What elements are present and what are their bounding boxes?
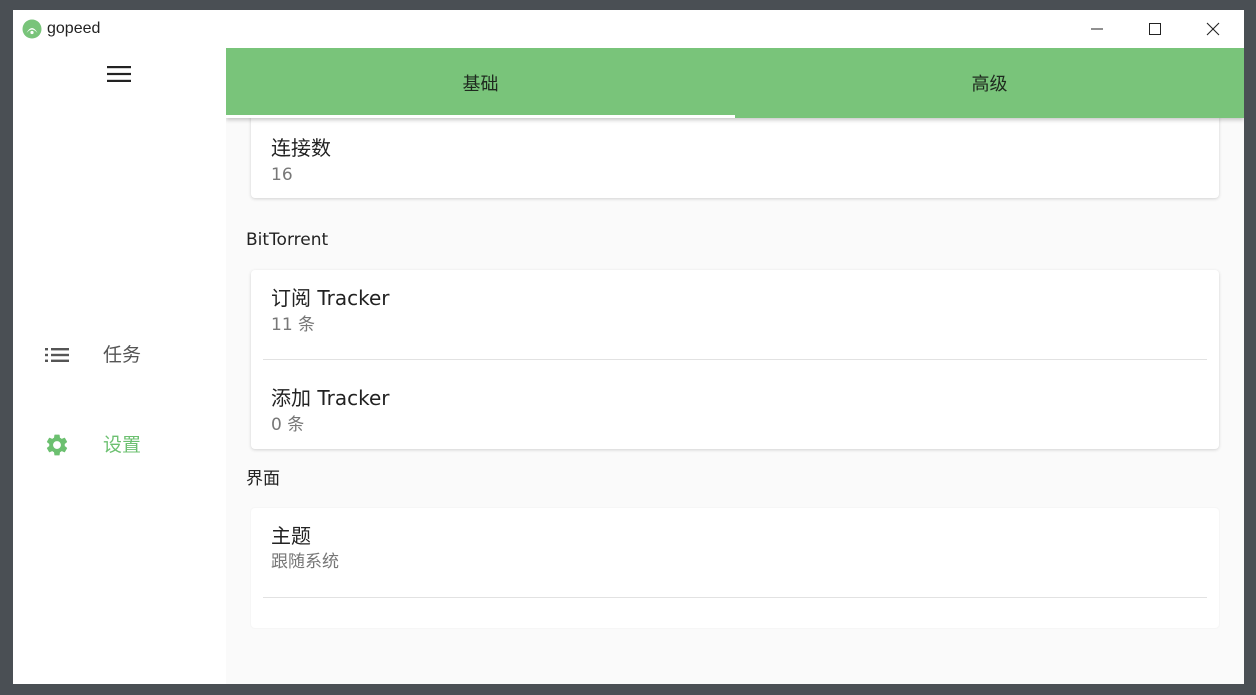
- tab-advanced[interactable]: 高级: [735, 48, 1244, 118]
- maximize-icon: [1149, 23, 1161, 35]
- tab-label: 高级: [971, 74, 1008, 95]
- app-window: gopeed 任务 设置 基础 高级 连接数 16 BitTorrent 订阅 …: [13, 10, 1244, 684]
- setting-value: 跟随系统: [271, 552, 339, 572]
- tab-label: 基础: [462, 74, 499, 95]
- setting-value: 16: [271, 165, 293, 185]
- settings-card-connections: 连接数 16: [251, 108, 1219, 198]
- setting-title: 添加 Tracker: [271, 386, 390, 410]
- gopeed-logo-icon: [22, 19, 42, 39]
- list-icon: [44, 343, 70, 367]
- sidebar-item-tasks[interactable]: 任务: [13, 331, 226, 379]
- setting-title: 主题: [271, 524, 311, 548]
- tab-bar: 基础 高级: [226, 48, 1244, 118]
- sidebar-item-settings[interactable]: 设置: [13, 421, 226, 469]
- setting-value: 11 条: [271, 315, 316, 335]
- window-title: gopeed: [47, 20, 101, 37]
- menu-button[interactable]: [103, 62, 135, 86]
- sidebar-item-label: 设置: [103, 434, 142, 456]
- title-bar[interactable]: gopeed: [13, 10, 1244, 48]
- gear-icon: [44, 433, 70, 457]
- setting-theme[interactable]: 主题 跟随系统: [251, 508, 1219, 598]
- setting-add-tracker[interactable]: 添加 Tracker 0 条: [251, 360, 1219, 449]
- settings-card-bittorrent: 订阅 Tracker 11 条 添加 Tracker 0 条: [251, 270, 1219, 449]
- minimize-icon: [1091, 28, 1103, 30]
- close-icon: [1206, 22, 1220, 36]
- minimize-button[interactable]: [1068, 10, 1126, 48]
- settings-card-interface: 主题 跟随系统: [251, 508, 1219, 628]
- main-content: 基础 高级 连接数 16 BitTorrent 订阅 Tracker 11 条: [226, 48, 1244, 684]
- divider: [263, 597, 1207, 598]
- sidebar-item-label: 任务: [103, 344, 142, 366]
- setting-title: 连接数: [271, 136, 331, 160]
- section-label-interface: 界面: [246, 469, 280, 489]
- tab-basic[interactable]: 基础: [226, 48, 735, 118]
- close-button[interactable]: [1184, 10, 1242, 48]
- hamburger-menu-icon: [107, 66, 131, 82]
- section-label-bittorrent: BitTorrent: [246, 230, 329, 250]
- setting-subscribe-tracker[interactable]: 订阅 Tracker 11 条: [251, 270, 1219, 360]
- setting-value: 0 条: [271, 415, 305, 435]
- tab-indicator: [226, 115, 735, 118]
- setting-connections[interactable]: 连接数 16: [251, 108, 1219, 198]
- sidebar: 任务 设置: [13, 48, 226, 684]
- maximize-button[interactable]: [1126, 10, 1184, 48]
- setting-title: 订阅 Tracker: [271, 286, 390, 310]
- settings-list[interactable]: 连接数 16 BitTorrent 订阅 Tracker 11 条 添加 Tra…: [226, 108, 1244, 684]
